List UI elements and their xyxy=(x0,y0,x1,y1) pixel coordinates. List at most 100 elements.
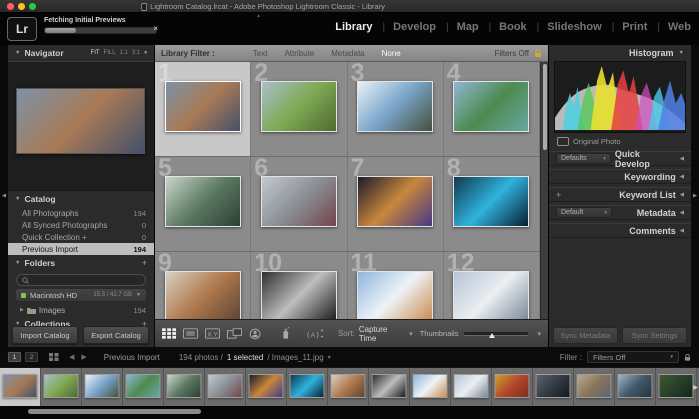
filmstrip-thumbnail[interactable] xyxy=(659,374,694,398)
module-tab[interactable]: Develop xyxy=(374,21,437,33)
filmstrip-thumbnail[interactable] xyxy=(290,374,325,398)
grid-view-icon[interactable] xyxy=(162,328,176,339)
catalog-item[interactable]: All Synced Photographs 0 xyxy=(8,219,154,231)
right-panel-collapse-strip[interactable]: ▶ xyxy=(691,45,699,347)
filmstrip-thumbnail[interactable] xyxy=(536,374,571,398)
secondary-display-button[interactable]: 2 xyxy=(25,352,38,362)
filmstrip-cell[interactable] xyxy=(492,368,533,406)
module-tab[interactable]: Slideshow xyxy=(528,21,603,33)
filmstrip-filter-dropdown[interactable]: Filters Off ▾ xyxy=(587,351,679,363)
grid-cell[interactable]: 11 xyxy=(348,252,444,319)
minimize-window-button[interactable] xyxy=(18,3,25,10)
catalog-header[interactable]: ▼ Catalog xyxy=(8,191,154,207)
sync-settings-button[interactable]: Sync Settings xyxy=(622,327,687,344)
photo-thumbnail[interactable] xyxy=(165,271,241,319)
grid-cell[interactable]: 6 xyxy=(251,157,347,252)
survey-view-icon[interactable] xyxy=(227,328,242,339)
grid-cell[interactable]: 10 xyxy=(251,252,347,319)
filmstrip-thumbnail[interactable] xyxy=(577,374,612,398)
grid-scrollbar-thumb[interactable] xyxy=(543,64,548,150)
filmstrip-thumbnail[interactable] xyxy=(249,374,284,398)
histogram-header[interactable]: Histogram ▼ xyxy=(549,45,691,61)
filmstrip-cell[interactable] xyxy=(123,368,164,406)
keyword-list-section[interactable]: + Keyword List ◀ xyxy=(549,187,691,202)
sort-value[interactable]: Capture Time xyxy=(359,325,402,343)
filmstrip-thumbnail[interactable] xyxy=(372,374,407,398)
metadata-preset-dropdown[interactable]: Default ▾ xyxy=(556,207,612,218)
histogram-panel[interactable] xyxy=(554,61,686,133)
photo-thumbnail[interactable] xyxy=(453,81,529,132)
photo-thumbnail[interactable] xyxy=(357,81,433,132)
filmstrip-thumbnail[interactable] xyxy=(618,374,653,398)
source-menu-caret-icon[interactable]: ▾ xyxy=(328,354,331,361)
photo-thumbnail[interactable] xyxy=(261,176,337,227)
filmstrip-thumbnail[interactable] xyxy=(44,374,79,398)
filmstrip-cell[interactable] xyxy=(451,368,492,406)
filmstrip-cell[interactable] xyxy=(615,368,656,406)
catalog-item[interactable]: Quick Collection + 0 xyxy=(8,231,154,243)
module-tab[interactable]: Print xyxy=(603,21,649,33)
photo-thumbnail[interactable] xyxy=(165,176,241,227)
filmstrip-thumbnail[interactable] xyxy=(495,374,530,398)
filmstrip-scrollbar-thumb[interactable] xyxy=(28,409,201,414)
filmstrip-thumbnail[interactable] xyxy=(331,374,366,398)
filmstrip-source[interactable]: Previous Import xyxy=(104,353,160,362)
photo-thumbnail[interactable] xyxy=(261,271,337,319)
volume-disclosure-icon[interactable]: ▼ xyxy=(136,292,141,298)
filmstrip-scroll-right-icon[interactable]: ▶ xyxy=(693,384,698,391)
expand-section-icon[interactable]: ◀ xyxy=(680,192,684,198)
grid-cell[interactable]: 5 xyxy=(155,157,251,252)
thumbnails-slider-handle[interactable] xyxy=(489,333,495,338)
filmstrip-thumbnail[interactable] xyxy=(85,374,120,398)
module-tab[interactable]: Web xyxy=(648,21,692,33)
expand-section-icon[interactable]: ◀ xyxy=(680,174,684,180)
filmstrip-thumbnail[interactable] xyxy=(3,374,38,398)
disclosure-triangle-icon[interactable]: ▼ xyxy=(679,50,684,56)
expand-section-icon[interactable]: ◀ xyxy=(680,156,684,162)
filmstrip-cell[interactable] xyxy=(41,368,82,406)
filmstrip-filter-lock-icon[interactable] xyxy=(684,353,691,362)
zoom-window-button[interactable] xyxy=(29,3,36,10)
quick-develop-section[interactable]: Defaults ▾ Quick Develop ◀ xyxy=(549,151,691,166)
zoom-option[interactable]: 1:1 xyxy=(120,50,128,56)
saved-preset-dropdown[interactable]: Defaults ▾ xyxy=(556,153,611,164)
people-view-icon[interactable] xyxy=(249,328,261,340)
filmstrip-thumbnail[interactable] xyxy=(208,374,243,398)
zoom-option[interactable]: FILL xyxy=(104,50,116,56)
collapse-left-panel-icon[interactable]: ◀ xyxy=(2,193,6,199)
previous-photo-icon[interactable]: ◀ xyxy=(69,353,74,361)
secondary-display-button[interactable]: 1 xyxy=(8,352,21,362)
filter-option[interactable]: None xyxy=(382,49,401,58)
photo-thumbnail[interactable] xyxy=(261,81,337,132)
grid-scrollbar[interactable] xyxy=(540,62,548,319)
collapse-right-panel-icon[interactable]: ▶ xyxy=(693,193,697,199)
catalog-item[interactable]: All Photographs 194 xyxy=(8,207,154,219)
next-photo-icon[interactable]: ▶ xyxy=(81,353,86,361)
left-panel-collapse-strip[interactable]: ◀ xyxy=(0,45,8,347)
filmstrip-thumbnail[interactable] xyxy=(454,374,489,398)
volume-bar[interactable]: Macintosh HD 15.3 / 42.7 GB ▼ xyxy=(15,288,147,302)
grid-cell[interactable]: 4 xyxy=(444,62,540,157)
export-catalog-button[interactable]: Export Catalog xyxy=(83,326,149,344)
sort-caret-icon[interactable]: ▾ xyxy=(409,330,413,338)
loupe-view-icon[interactable] xyxy=(183,328,198,339)
filmstrip-thumbnail[interactable] xyxy=(413,374,448,398)
compare-view-icon[interactable]: XY xyxy=(205,328,220,339)
grid-cell[interactable]: 7 xyxy=(348,157,444,252)
photo-thumbnail[interactable] xyxy=(453,271,529,319)
navigator-preview[interactable] xyxy=(8,61,154,191)
disclosure-triangle-icon[interactable]: ▼ xyxy=(15,260,20,266)
photo-thumbnail[interactable] xyxy=(453,176,529,227)
grid-cell[interactable]: 1 xyxy=(155,62,251,157)
expand-folder-icon[interactable]: ▶ xyxy=(20,307,24,313)
painter-spray-can-icon[interactable] xyxy=(282,327,290,340)
comments-section[interactable]: Comments ◀ xyxy=(549,223,691,238)
photo-thumbnail[interactable] xyxy=(165,81,241,132)
module-tab[interactable]: Library xyxy=(334,21,373,33)
folder-item[interactable]: ▶ Images 194 xyxy=(8,304,154,316)
zoom-menu-caret-icon[interactable]: ▾ xyxy=(144,50,147,56)
filmstrip-thumbnail[interactable] xyxy=(126,374,161,398)
filmstrip-cell[interactable] xyxy=(533,368,574,406)
grid-cell[interactable]: 8 xyxy=(444,157,540,252)
grid-cell[interactable]: 3 xyxy=(348,62,444,157)
